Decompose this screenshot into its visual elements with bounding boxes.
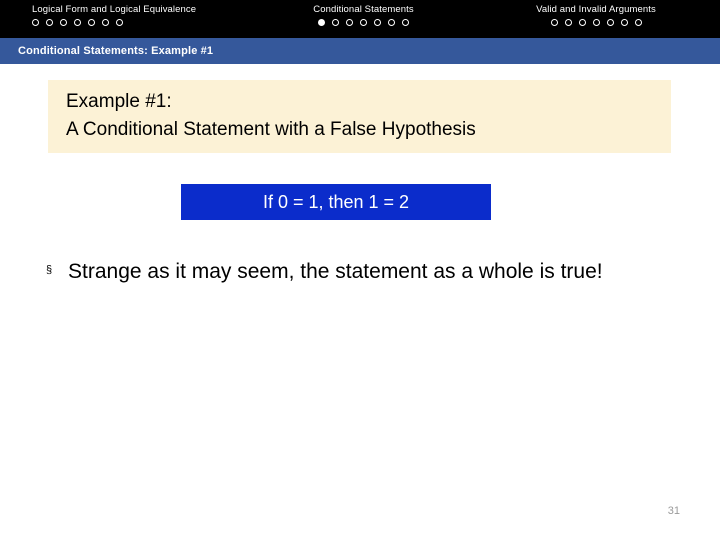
- progress-dot[interactable]: [374, 19, 381, 26]
- nav-group-title: Conditional Statements: [313, 4, 414, 15]
- breadcrumb-bar: Conditional Statements: Example #1: [0, 38, 720, 64]
- progress-dot[interactable]: [564, 19, 572, 26]
- slide-canvas: Logical Form and Logical Equivalence Con…: [0, 0, 720, 540]
- progress-dot[interactable]: [606, 19, 614, 26]
- progress-dot[interactable]: [88, 19, 95, 26]
- nav-group-progress-dots: [478, 19, 714, 26]
- nav-group-title: Valid and Invalid Arguments: [536, 4, 656, 15]
- list-item: § Strange as it may seem, the statement …: [46, 256, 686, 287]
- progress-dot-active[interactable]: [318, 19, 325, 26]
- progress-dot[interactable]: [550, 19, 558, 26]
- progress-dot[interactable]: [592, 19, 600, 26]
- bullet-marker-icon: §: [46, 264, 53, 276]
- nav-group-conditional-statements[interactable]: Conditional Statements: [246, 0, 481, 38]
- callout-title-line: Example #1:: [66, 91, 172, 112]
- callout-subtitle-line: A Conditional Statement with a False Hyp…: [66, 119, 476, 140]
- nav-group-valid-invalid-arguments[interactable]: Valid and Invalid Arguments: [478, 0, 714, 38]
- body-bullet-list: § Strange as it may seem, the statement …: [46, 256, 686, 287]
- progress-dot[interactable]: [360, 19, 367, 26]
- navigation-group-list: Logical Form and Logical Equivalence Con…: [0, 0, 720, 38]
- progress-dot[interactable]: [388, 19, 395, 26]
- example-callout-box: Example #1: A Conditional Statement with…: [48, 80, 671, 153]
- page-number: 31: [667, 505, 680, 517]
- conditional-statement-text: If 0 = 1, then 1 = 2: [262, 192, 410, 212]
- progress-dot[interactable]: [32, 19, 39, 26]
- progress-dot[interactable]: [578, 19, 586, 26]
- progress-dot[interactable]: [634, 19, 642, 26]
- nav-group-progress-dots: [16, 19, 246, 26]
- top-navigation-bar: Logical Form and Logical Equivalence Con…: [0, 0, 720, 38]
- progress-dot[interactable]: [46, 19, 53, 26]
- progress-dot[interactable]: [620, 19, 628, 26]
- progress-dot[interactable]: [60, 19, 67, 26]
- progress-dot[interactable]: [346, 19, 353, 26]
- nav-group-progress-dots: [246, 19, 481, 26]
- nav-group-logical-form[interactable]: Logical Form and Logical Equivalence: [16, 0, 246, 38]
- conditional-statement-box: If 0 = 1, then 1 = 2: [181, 184, 491, 220]
- progress-dot[interactable]: [402, 19, 409, 26]
- progress-dot[interactable]: [332, 19, 339, 26]
- nav-group-title: Logical Form and Logical Equivalence: [32, 4, 197, 15]
- bullet-item-text: Strange as it may seem, the statement as…: [68, 260, 603, 283]
- progress-dot[interactable]: [116, 19, 123, 26]
- progress-dot[interactable]: [74, 19, 81, 26]
- breadcrumb: Conditional Statements: Example #1: [18, 45, 214, 57]
- progress-dot[interactable]: [102, 19, 109, 26]
